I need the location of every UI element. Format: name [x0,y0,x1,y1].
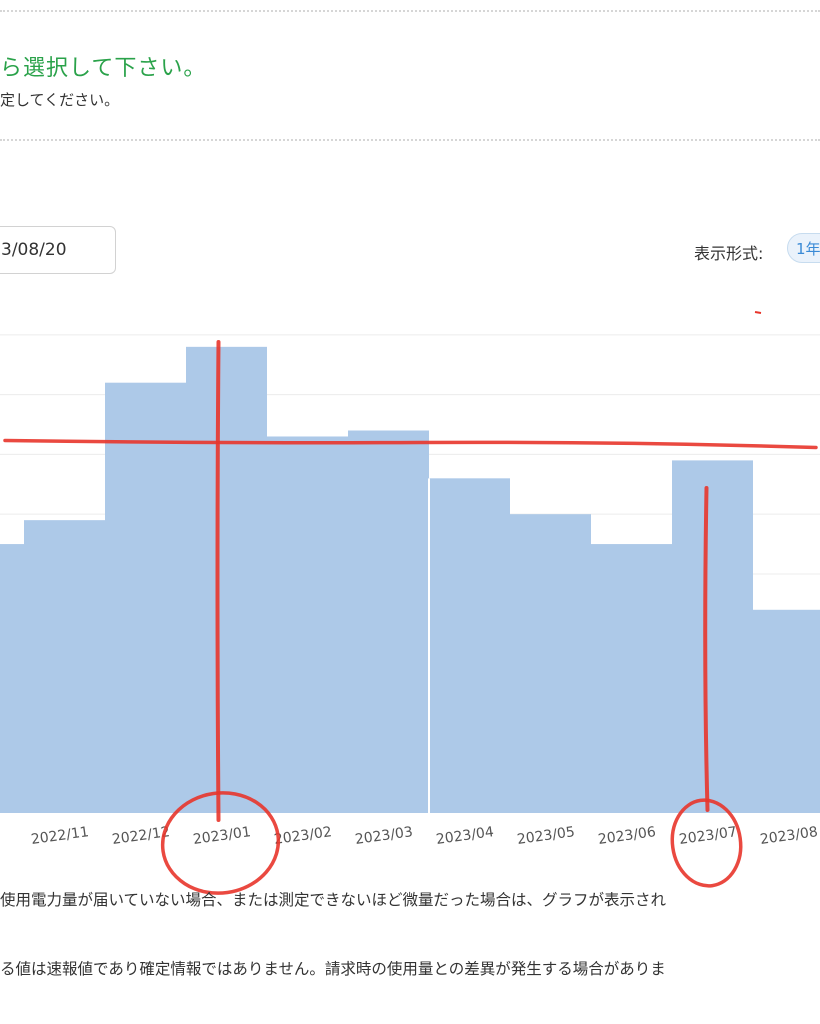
period-toggle-label: 1年 [796,239,820,258]
tick-label-2023/02: 2023/02 [273,824,333,848]
page-subheading: 定してください。 [0,91,120,109]
bar-2022/11 [24,520,105,813]
bar-2023/06 [591,544,672,813]
tick-label-2023/08: 2023/08 [759,824,819,848]
date-input[interactable]: 3/08/20 [0,226,116,274]
annotation-vertical-line-jul [703,486,710,812]
bar-2023/04 [429,478,510,813]
annotation-mark [754,311,762,314]
bar-2023/07 [672,460,753,813]
date-input-value: 3/08/20 [1,240,67,260]
note-preliminary-values: る値は速報値であり確定情報ではありません。請求時の使用量との差異が発生する場合が… [0,960,666,978]
bar-2022/12 [105,382,186,813]
tick-label-2023/07: 2023/07 [678,824,738,848]
bar-2023/02 [267,436,348,813]
period-toggle-button[interactable]: 1年 [787,233,820,263]
section-divider [0,139,820,141]
bar-2023/05 [510,514,591,813]
tick-label-2023/06: 2023/06 [597,824,657,848]
bar-2023/08 [753,609,820,813]
usage-bar-chart: 2022/11 2022/12 2023/01 2023/02 2023/03 2023/… [0,311,820,895]
bar-2022/10 [0,544,24,813]
page-heading: ら選択して下さい。 [0,56,207,81]
bar-2023/01 [186,346,267,813]
display-format-label: 表示形式: [694,244,764,263]
bar-2023/03 [348,430,429,813]
tick-label-2022/11: 2022/11 [30,824,90,848]
tick-label-2023/03: 2023/03 [354,824,414,848]
tick-label-2023/04: 2023/04 [435,824,495,848]
tick-label-2023/05: 2023/05 [516,824,576,848]
top-divider [0,10,820,12]
note-missing-data: 使用電力量が届いていない場合、または測定できないほど微量だった場合は、グラフが表… [0,891,667,909]
tick-label-2023/01: 2023/01 [192,824,252,848]
annotation-vertical-line-jan [215,340,221,822]
